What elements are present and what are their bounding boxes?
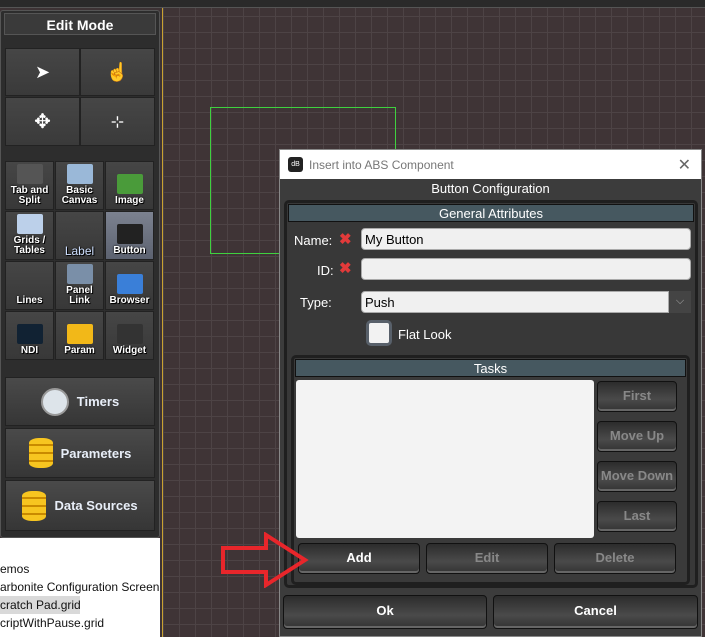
arrow-cursor-icon: ➤ (34, 61, 51, 82)
database-gear-icon (22, 490, 47, 521)
ndi-icon (16, 324, 43, 344)
widget-label: Grids / Tables (13, 235, 46, 256)
widget-button[interactable]: Button (105, 211, 154, 260)
hand-tool-button[interactable]: ☝ (80, 48, 155, 96)
type-label: Type: (300, 295, 332, 310)
widget-grids-tables[interactable]: Grids / Tables (5, 211, 54, 260)
widget-label: NDI (20, 345, 39, 356)
timers-label: Timers (76, 394, 120, 409)
tasks-header: Tasks (295, 359, 686, 377)
last-button[interactable]: Last (597, 501, 677, 532)
file-item[interactable]: arbonite Configuration Screen (0, 578, 160, 596)
widget-label: Param (64, 345, 95, 356)
widget-lines[interactable]: Lines (5, 261, 54, 310)
database-icon (28, 438, 53, 468)
name-error-icon: ✖ (339, 231, 352, 248)
data-sources-button[interactable]: Data Sources (5, 480, 155, 531)
file-item[interactable]: emos (0, 560, 160, 578)
general-attributes-group: General Attributes Name: ✖ My Button ID:… (284, 200, 698, 588)
database-icon (66, 324, 93, 344)
hand-pointer-icon: ☝ (106, 61, 129, 82)
widget-icon (116, 324, 143, 344)
general-attributes-header: General Attributes (288, 204, 694, 222)
id-label: ID: (317, 263, 334, 278)
move-down-button[interactable]: Move Down (597, 461, 677, 492)
dialog-title: Insert into ABS Component (309, 157, 454, 172)
widget-label: Image (115, 195, 144, 206)
globe-icon (116, 274, 143, 294)
button-icon (116, 224, 143, 244)
file-list: emos arbonite Configuration Screen cratc… (0, 538, 160, 637)
move-icon: ✥ (34, 111, 51, 133)
image-icon (116, 174, 143, 194)
red-arrow-annotation (221, 532, 309, 588)
label-icon (67, 236, 93, 244)
cancel-button[interactable]: Cancel (493, 595, 698, 629)
first-button[interactable]: First (597, 381, 677, 412)
name-input[interactable]: My Button (361, 228, 691, 250)
ok-button[interactable]: Ok (283, 595, 487, 629)
resize-tool-button[interactable]: ⊹ (80, 97, 155, 146)
name-label: Name: (294, 233, 333, 248)
widget-label: Button (113, 245, 146, 256)
widget-label: Browser (109, 295, 150, 306)
widget-basic-canvas[interactable]: Basic Canvas (55, 161, 104, 210)
file-item-selected[interactable]: cratch Pad.grid (0, 596, 80, 614)
app-logo-icon: dB (288, 157, 303, 172)
timers-button[interactable]: Timers (5, 377, 155, 426)
insert-dialog: dB Insert into ABS Component ✕ Button Co… (279, 149, 702, 637)
widget-ndi[interactable]: NDI (5, 311, 54, 360)
tasks-list[interactable] (296, 380, 594, 538)
widget-label: Tab and Split (10, 185, 49, 206)
clock-icon (40, 387, 69, 416)
lines-icon (17, 274, 43, 294)
edit-mode-panel: Edit Mode ➤ ☝ ✥ ⊹ Tab and Split Basic Can… (0, 10, 160, 538)
dialog-titlebar: dB Insert into ABS Component ✕ (280, 150, 701, 179)
parameters-label: Parameters (60, 445, 132, 461)
grid-icon (16, 214, 43, 234)
widget-panel-link[interactable]: Panel Link (55, 261, 104, 310)
id-input[interactable] (361, 258, 691, 280)
select-tool-button[interactable]: ➤ (5, 48, 80, 96)
file-item[interactable]: criptWithPause.grid (0, 614, 160, 632)
widget-label: Label (64, 244, 95, 258)
top-bar (0, 0, 705, 8)
panel-link-icon (66, 264, 93, 284)
canvas-icon (66, 164, 93, 184)
delete-button[interactable]: Delete (554, 543, 676, 574)
edit-mode-header: Edit Mode (4, 13, 156, 35)
edit-button[interactable]: Edit (426, 543, 548, 574)
move-up-button[interactable]: Move Up (597, 421, 677, 452)
widget-label: Widget (112, 345, 147, 356)
widget-label: Panel Link (66, 285, 93, 306)
id-error-icon: ✖ (339, 260, 352, 277)
tasks-group: Tasks First Move Up Move Down Last Add E… (291, 355, 690, 585)
close-icon[interactable]: ✕ (678, 155, 691, 175)
widget-label: Basic Canvas (61, 185, 98, 206)
chevron-down-icon[interactable]: ⌵ (669, 291, 691, 313)
parameters-button[interactable]: Parameters (5, 428, 155, 478)
flat-look-checkbox[interactable] (366, 320, 392, 346)
widget-tab-and-split[interactable]: Tab and Split (5, 161, 54, 210)
tab-split-icon (16, 164, 43, 184)
data-sources-label: Data Sources (54, 498, 138, 513)
add-button[interactable]: Add (298, 543, 420, 574)
move-tool-button[interactable]: ✥ (5, 97, 80, 146)
widget-label: Lines (16, 295, 43, 306)
widget-image[interactable]: Image (105, 161, 154, 210)
widget-param[interactable]: Param (55, 311, 104, 360)
widget-label[interactable]: Label (55, 211, 104, 260)
flat-look-label: Flat Look (398, 327, 452, 342)
resize-icon: ⊹ (110, 113, 125, 131)
dialog-subtitle: Button Configuration (431, 181, 550, 196)
widget-browser[interactable]: Browser (105, 261, 154, 310)
widget-widget[interactable]: Widget (105, 311, 154, 360)
type-select[interactable]: Push (361, 291, 669, 313)
